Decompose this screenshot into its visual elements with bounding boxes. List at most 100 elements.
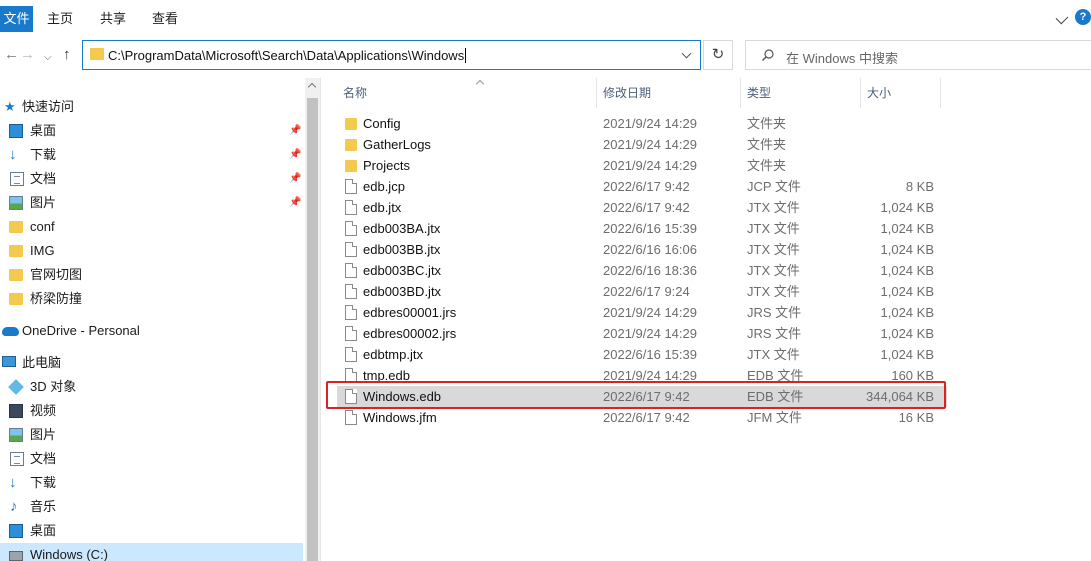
tab-home[interactable]: 主页 <box>47 6 73 32</box>
sidebar-item-guanwang[interactable]: 官网切图 <box>0 263 303 287</box>
column-header-size[interactable]: 大小 <box>861 78 941 108</box>
file-type: JTX 文件 <box>747 347 800 362</box>
table-row[interactable]: Config 2021/9/24 14:29 文件夹 <box>337 113 947 134</box>
video-icon <box>9 404 23 418</box>
column-header-date[interactable]: 修改日期 <box>597 78 741 108</box>
sidebar-item-pictures-pc[interactable]: 图片 <box>0 423 303 447</box>
file-icon <box>345 242 357 257</box>
navigation-pane: ★ 快速访问 桌面 📌 ↓ 下载 📌 文档 📌 图片 📌 conf IMG 官网… <box>0 78 320 561</box>
file-name: edb.jtx <box>363 200 402 215</box>
table-row[interactable]: edb003BB.jtx 2022/6/16 16:06 JTX 文件 1,02… <box>337 239 947 260</box>
file-icon <box>345 284 357 299</box>
sidebar-item-this-pc[interactable]: 此电脑 <box>0 351 303 375</box>
back-arrow-icon[interactable]: ← <box>4 46 19 64</box>
scrollbar-thumb[interactable] <box>307 98 318 561</box>
drive-icon <box>9 551 23 561</box>
desktop-icon <box>9 124 23 138</box>
folder-icon <box>90 48 104 60</box>
table-row[interactable]: edb003BC.jtx 2022/6/16 18:36 JTX 文件 1,02… <box>337 260 947 281</box>
table-row[interactable]: edbtmp.jtx 2022/6/16 15:39 JTX 文件 1,024 … <box>337 344 947 365</box>
file-icon <box>345 347 357 362</box>
sidebar-item-documents-pc[interactable]: 文档 <box>0 447 303 471</box>
file-name: Windows.jfm <box>363 410 437 425</box>
column-header-label: 修改日期 <box>603 86 652 100</box>
table-row[interactable]: Windows.jfm 2022/6/17 9:42 JFM 文件 16 KB <box>337 407 947 428</box>
download-icon: ↓ <box>9 474 17 491</box>
tab-share[interactable]: 共享 <box>100 6 126 32</box>
forward-arrow-icon[interactable]: → <box>20 46 35 64</box>
table-row[interactable]: edbres00002.jrs 2021/9/24 14:29 JRS 文件 1… <box>337 323 947 344</box>
scroll-up-icon[interactable] <box>307 82 317 92</box>
tab-file[interactable]: 文件 <box>0 6 33 32</box>
address-row: ← → ⌵ ↑ C:\ProgramData\Microsoft\Search\… <box>0 37 1091 73</box>
up-arrow-icon[interactable]: ↑ <box>63 46 71 64</box>
sidebar-item-img[interactable]: IMG <box>0 239 303 263</box>
sidebar-item-desktop-pc[interactable]: 桌面 <box>0 519 303 543</box>
file-size: 1,024 KB <box>880 347 935 362</box>
table-row[interactable]: edb.jtx 2022/6/17 9:42 JTX 文件 1,024 KB <box>337 197 947 218</box>
file-type: 文件夹 <box>747 116 787 131</box>
file-date: 2022/6/16 16:06 <box>603 242 697 257</box>
sidebar-item-onedrive[interactable]: OneDrive - Personal <box>0 319 303 343</box>
sidebar-item-label: 音乐 <box>30 499 57 514</box>
file-type: JRS 文件 <box>747 305 802 320</box>
table-row[interactable]: edb003BD.jtx 2022/6/17 9:24 JTX 文件 1,024… <box>337 281 947 302</box>
file-type: JTX 文件 <box>747 221 800 236</box>
sidebar-item-label: 桌面 <box>30 123 57 138</box>
tab-view[interactable]: 查看 <box>152 6 178 32</box>
help-button[interactable]: ? <box>1075 9 1091 25</box>
file-type: JFM 文件 <box>747 410 802 425</box>
file-date: 2021/9/24 14:29 <box>603 158 697 173</box>
expand-ribbon-icon[interactable] <box>1055 11 1069 25</box>
sidebar-item-label: 快速访问 <box>22 99 75 114</box>
pin-icon[interactable]: 📌 <box>289 149 301 161</box>
address-path[interactable]: C:\ProgramData\Microsoft\Search\Data\App… <box>108 48 464 63</box>
folder-icon <box>345 160 357 172</box>
sidebar-item-downloads[interactable]: ↓ 下载 📌 <box>0 143 303 167</box>
music-icon: ♪ <box>10 498 18 515</box>
recent-dropdown-icon[interactable]: ⌵ <box>44 49 52 67</box>
table-row[interactable]: edbres00001.jrs 2021/9/24 14:29 JRS 文件 1… <box>337 302 947 323</box>
search-input[interactable]: 在 Windows 中搜索 <box>745 40 1091 70</box>
column-header-type[interactable]: 类型 <box>741 78 861 108</box>
pin-icon[interactable]: 📌 <box>289 173 301 185</box>
sidebar-item-3d-objects[interactable]: 3D 对象 <box>0 375 303 399</box>
file-name: GatherLogs <box>363 137 431 152</box>
column-header-name[interactable]: 名称 <box>337 78 597 108</box>
sidebar-item-conf[interactable]: conf <box>0 215 303 239</box>
pin-icon[interactable]: 📌 <box>289 125 301 137</box>
sidebar-item-music[interactable]: ♪ 音乐 <box>0 495 303 519</box>
table-row[interactable]: edb.jcp 2022/6/17 9:42 JCP 文件 8 KB <box>337 176 947 197</box>
annotation-highlight-box <box>326 381 946 409</box>
sidebar-item-documents[interactable]: 文档 📌 <box>0 167 303 191</box>
folder-icon <box>9 221 23 233</box>
search-icon <box>762 49 774 61</box>
cloud-icon <box>2 327 19 336</box>
sidebar-item-videos[interactable]: 视频 <box>0 399 303 423</box>
search-placeholder: 在 Windows 中搜索 <box>786 51 898 66</box>
table-row[interactable]: Projects 2021/9/24 14:29 文件夹 <box>337 155 947 176</box>
file-icon <box>345 410 357 425</box>
file-size: 1,024 KB <box>880 263 935 278</box>
file-date: 2021/9/24 14:29 <box>603 116 697 131</box>
sidebar-item-pictures[interactable]: 图片 📌 <box>0 191 303 215</box>
sidebar-scrollbar[interactable] <box>305 78 320 561</box>
table-row[interactable]: edb003BA.jtx 2022/6/16 15:39 JTX 文件 1,02… <box>337 218 947 239</box>
file-size: 1,024 KB <box>880 305 935 320</box>
table-row[interactable]: GatherLogs 2021/9/24 14:29 文件夹 <box>337 134 947 155</box>
address-bar[interactable]: C:\ProgramData\Microsoft\Search\Data\App… <box>82 40 701 70</box>
chevron-down-icon[interactable] <box>681 48 692 59</box>
file-icon <box>345 305 357 320</box>
sidebar-item-downloads-pc[interactable]: ↓ 下载 <box>0 471 303 495</box>
sidebar-item-quick-access[interactable]: ★ 快速访问 <box>0 95 303 119</box>
pin-icon[interactable]: 📌 <box>289 197 301 209</box>
document-icon <box>10 172 24 186</box>
file-name: edbtmp.jtx <box>363 347 423 362</box>
sort-ascending-icon <box>475 79 485 89</box>
sidebar-item-label: 图片 <box>30 427 57 442</box>
sidebar-item-windows-c[interactable]: Windows (C:) <box>0 543 303 561</box>
refresh-button[interactable]: ↻ <box>703 40 733 70</box>
sidebar-item-desktop[interactable]: 桌面 📌 <box>0 119 303 143</box>
sidebar-item-qiaoliang[interactable]: 桥梁防撞 <box>0 287 303 311</box>
file-date: 2022/6/17 9:42 <box>603 200 690 215</box>
